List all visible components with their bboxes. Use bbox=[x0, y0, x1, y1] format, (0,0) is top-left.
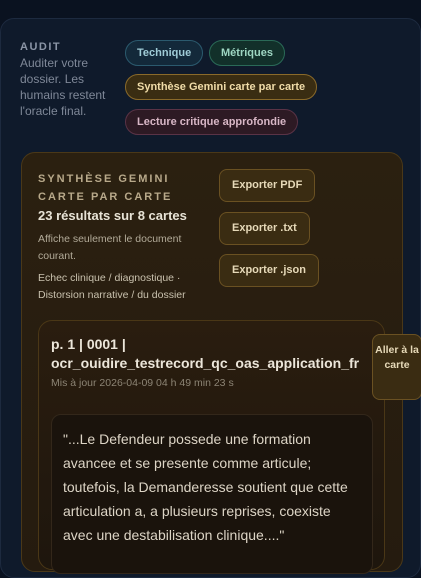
tab-synthese-gemini[interactable]: Synthèse Gemini carte par carte bbox=[125, 74, 318, 100]
audit-label: AUDIT bbox=[20, 41, 62, 53]
tab-technique[interactable]: Technique bbox=[125, 40, 204, 66]
synthesis-title: SYNTHÈSE GEMINI CARTE PAR CARTE bbox=[38, 173, 173, 203]
tab-lecture-critique[interactable]: Lecture critique approfondie bbox=[125, 109, 299, 135]
quote-text: "...Le Defendeur possede une formation a… bbox=[63, 431, 348, 543]
tab-metriques[interactable]: Métriques bbox=[209, 40, 285, 66]
synthesis-note: Affiche seulement le document courant. bbox=[38, 233, 182, 262]
export-txt-button[interactable]: Exporter .txt bbox=[219, 212, 310, 245]
audit-description: Auditer votre dossier. Les humains reste… bbox=[20, 56, 106, 118]
export-pdf-button[interactable]: Exporter PDF bbox=[219, 169, 316, 202]
goto-card-button[interactable]: Aller à la carte bbox=[372, 334, 421, 400]
result-updated: Mis à jour 2026-04-09 04 h 49 min 23 s bbox=[51, 377, 234, 389]
export-json-button[interactable]: Exporter .json bbox=[219, 254, 319, 287]
result-count: 23 résultats sur 8 cartes bbox=[38, 208, 187, 223]
result-title: p. 1 | 0001 | ocr_ouidire_testrecord_qc_… bbox=[51, 336, 360, 371]
synthesis-filter: Echec clinique / diagnostique · Distorsi… bbox=[38, 272, 186, 301]
